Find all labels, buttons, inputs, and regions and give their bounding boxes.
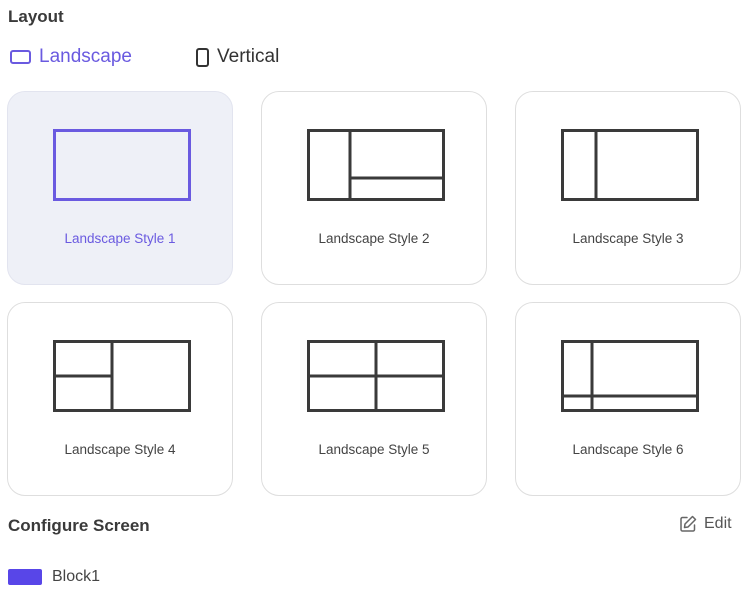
- orientation-landscape-option[interactable]: Landscape: [10, 44, 132, 70]
- orientation-vertical-option[interactable]: Vertical: [196, 44, 279, 70]
- layout-style-1-preview-icon: [53, 129, 191, 201]
- landscape-rect-icon: [10, 50, 31, 64]
- layout-style-card-2[interactable]: Landscape Style 2: [261, 91, 487, 285]
- layout-style-2-preview-icon: [307, 129, 445, 201]
- edit-label: Edit: [704, 515, 732, 532]
- layout-style-card-6[interactable]: Landscape Style 6: [515, 302, 741, 496]
- orientation-landscape-label: Landscape: [39, 46, 132, 67]
- block-color-swatch: [8, 569, 42, 585]
- layout-panel: Layout Landscape Vertical Landscape Styl…: [0, 0, 744, 594]
- layout-style-label: Landscape Style 3: [572, 231, 684, 246]
- layout-section-title: Layout: [8, 7, 64, 26]
- layout-style-label: Landscape Style 1: [64, 231, 176, 246]
- layout-style-6-preview-icon: [561, 340, 699, 412]
- layout-style-label: Landscape Style 5: [318, 442, 430, 457]
- orientation-vertical-label: Vertical: [217, 46, 280, 67]
- layout-style-card-4[interactable]: Landscape Style 4: [7, 302, 233, 496]
- layout-style-label: Landscape Style 4: [64, 442, 176, 457]
- layout-style-3-preview-icon: [561, 129, 699, 201]
- block-list-item[interactable]: Block1: [8, 568, 100, 586]
- configure-screen-title: Configure Screen: [8, 516, 150, 535]
- layout-style-card-1[interactable]: Landscape Style 1: [7, 91, 233, 285]
- layout-style-label: Landscape Style 2: [318, 231, 430, 246]
- layout-style-card-5[interactable]: Landscape Style 5: [261, 302, 487, 496]
- layout-style-4-preview-icon: [53, 340, 191, 412]
- portrait-rect-icon: [196, 47, 209, 67]
- layout-style-label: Landscape Style 6: [572, 442, 684, 457]
- layout-style-card-3[interactable]: Landscape Style 3: [515, 91, 741, 285]
- edit-pencil-icon: [680, 515, 697, 532]
- edit-button[interactable]: Edit: [678, 514, 732, 534]
- layout-style-5-preview-icon: [307, 340, 445, 412]
- block-label: Block1: [52, 568, 101, 585]
